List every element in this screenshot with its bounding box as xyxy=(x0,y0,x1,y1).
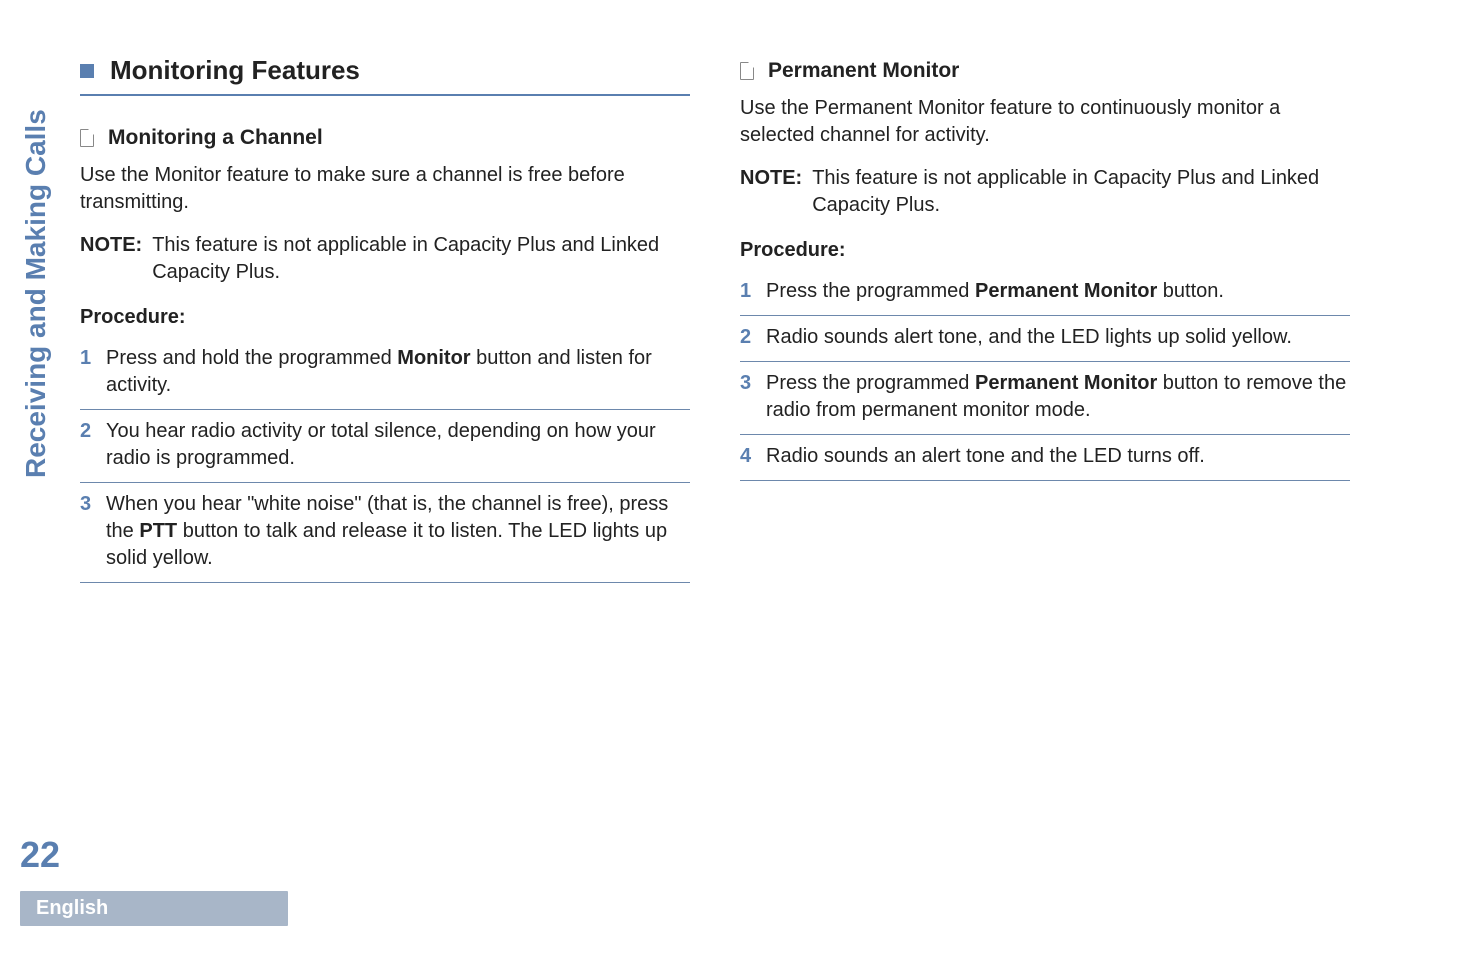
step-pre: Press the programmed xyxy=(766,372,975,394)
right-column: Permanent Monitor Use the Permanent Moni… xyxy=(740,55,1350,954)
sub-heading-left-text: Monitoring a Channel xyxy=(108,126,323,150)
step-number: 1 xyxy=(80,345,106,372)
step-text: Press the programmed Permanent Monitor b… xyxy=(766,278,1350,305)
note-text-right: This feature is not applicable in Capaci… xyxy=(812,165,1350,219)
step-pre: Press the programmed xyxy=(766,280,975,302)
step-right-3: 3 Press the programmed Permanent Monitor… xyxy=(740,362,1350,435)
content-area: Monitoring Features Monitoring a Channel… xyxy=(70,0,1475,954)
page: Receiving and Making Calls 22 Monitoring… xyxy=(0,0,1475,954)
main-heading: Monitoring Features xyxy=(80,55,690,96)
sub-heading-right: Permanent Monitor xyxy=(740,59,1350,83)
step-right-2: 2 Radio sounds alert tone, and the LED l… xyxy=(740,316,1350,362)
note-left: NOTE: This feature is not applicable in … xyxy=(80,232,690,286)
page-number: 22 xyxy=(20,834,60,876)
step-right-1: 1 Press the programmed Permanent Monitor… xyxy=(740,270,1350,316)
document-icon xyxy=(740,62,754,80)
sub-heading-left: Monitoring a Channel xyxy=(80,126,690,150)
step-pre: You hear radio activity or total silence… xyxy=(106,420,656,469)
step-post: button. xyxy=(1157,280,1224,302)
step-number: 3 xyxy=(740,370,766,397)
step-left-1: 1 Press and hold the programmed Monitor … xyxy=(80,337,690,410)
step-right-4: 4 Radio sounds an alert tone and the LED… xyxy=(740,435,1350,481)
procedure-label-right: Procedure: xyxy=(740,239,1350,262)
note-label-left: NOTE: xyxy=(80,232,142,286)
intro-left: Use the Monitor feature to make sure a c… xyxy=(80,162,690,216)
step-number: 1 xyxy=(740,278,766,305)
step-text: Radio sounds an alert tone and the LED t… xyxy=(766,443,1350,470)
section-label: Receiving and Making Calls xyxy=(20,109,52,478)
step-left-2: 2 You hear radio activity or total silen… xyxy=(80,410,690,483)
step-bold: Monitor xyxy=(397,347,470,369)
procedure-label-left: Procedure: xyxy=(80,306,690,329)
step-pre: Press and hold the programmed xyxy=(106,347,397,369)
step-pre: Radio sounds an alert tone and the LED t… xyxy=(766,445,1205,467)
note-text-left: This feature is not applicable in Capaci… xyxy=(152,232,690,286)
main-heading-text: Monitoring Features xyxy=(110,55,360,86)
sub-heading-right-text: Permanent Monitor xyxy=(768,59,959,83)
step-text: You hear radio activity or total silence… xyxy=(106,418,690,472)
intro-right: Use the Permanent Monitor feature to con… xyxy=(740,95,1350,149)
step-post: button to talk and release it to listen.… xyxy=(106,520,667,569)
step-text: Radio sounds alert tone, and the LED lig… xyxy=(766,324,1350,351)
note-right: NOTE: This feature is not applicable in … xyxy=(740,165,1350,219)
step-bold: Permanent Monitor xyxy=(975,372,1157,394)
step-bold: Permanent Monitor xyxy=(975,280,1157,302)
left-column: Monitoring Features Monitoring a Channel… xyxy=(80,55,690,954)
step-text: When you hear "white noise" (that is, th… xyxy=(106,491,690,572)
step-bold: PTT xyxy=(139,520,177,542)
step-number: 2 xyxy=(740,324,766,351)
sidebar: Receiving and Making Calls 22 xyxy=(0,0,70,954)
step-number: 3 xyxy=(80,491,106,518)
note-label-right: NOTE: xyxy=(740,165,802,219)
step-number: 2 xyxy=(80,418,106,445)
step-pre: Radio sounds alert tone, and the LED lig… xyxy=(766,326,1292,348)
document-icon xyxy=(80,129,94,147)
language-footer: English xyxy=(20,891,288,926)
step-number: 4 xyxy=(740,443,766,470)
step-text: Press and hold the programmed Monitor bu… xyxy=(106,345,690,399)
square-bullet-icon xyxy=(80,64,94,78)
step-text: Press the programmed Permanent Monitor b… xyxy=(766,370,1350,424)
step-left-3: 3 When you hear "white noise" (that is, … xyxy=(80,483,690,583)
